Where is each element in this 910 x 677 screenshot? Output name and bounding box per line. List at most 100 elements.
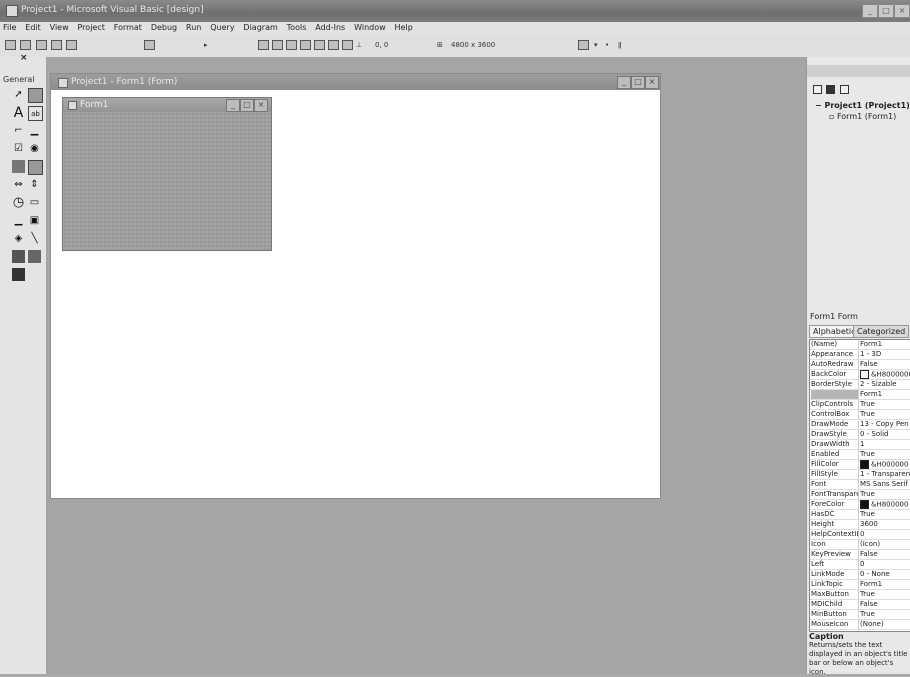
form1-title-bar[interactable]: Form1 _ □ × xyxy=(63,98,271,112)
menu-format[interactable]: Format xyxy=(111,22,145,33)
property-value[interactable]: 0 xyxy=(860,560,910,569)
menu-view[interactable]: View xyxy=(47,22,72,33)
property-value[interactable]: True xyxy=(860,450,910,459)
property-row[interactable]: LinkMode 0 - None xyxy=(810,570,910,580)
property-row[interactable]: HelpContextID 0 xyxy=(810,530,910,540)
hscrollbar-tool-icon[interactable]: ⇔ xyxy=(12,178,25,191)
menu-project[interactable]: Project xyxy=(75,22,108,33)
image-tool-icon[interactable] xyxy=(12,250,25,263)
property-value[interactable]: MS Sans Serif xyxy=(860,480,910,489)
data-tool-icon[interactable] xyxy=(28,250,41,263)
project-explorer-icon[interactable] xyxy=(258,40,269,50)
tree-collapse-icon[interactable]: − xyxy=(815,101,825,110)
property-row[interactable]: Font MS Sans Serif xyxy=(810,480,910,490)
properties-window-icon[interactable] xyxy=(272,40,283,50)
property-value[interactable]: True xyxy=(860,400,910,409)
property-row[interactable]: Left 0 xyxy=(810,560,910,570)
property-value[interactable]: 0 xyxy=(860,530,910,539)
property-value[interactable]: True xyxy=(860,610,910,619)
close-button[interactable]: × xyxy=(894,4,910,18)
menu-tools[interactable]: Tools xyxy=(284,22,310,33)
menu-diagram[interactable]: Diagram xyxy=(240,22,280,33)
menu-file[interactable]: File xyxy=(0,22,19,33)
vscrollbar-tool-icon[interactable]: ⇕ xyxy=(28,178,41,191)
property-row[interactable]: LinkTopic Form1 xyxy=(810,580,910,590)
tab-alphabetic[interactable]: Alphabetic xyxy=(809,325,860,338)
toolbox-close-icon[interactable]: × xyxy=(20,53,28,63)
shape-tool-icon[interactable]: ◈ xyxy=(12,232,25,245)
property-value[interactable]: 13 - Copy Pen xyxy=(860,420,910,429)
toolbar-options-icon[interactable] xyxy=(578,40,589,50)
ole-tool-icon[interactable] xyxy=(12,268,25,281)
property-value[interactable]: 1 - 3D xyxy=(860,350,910,359)
property-value[interactable]: False xyxy=(860,360,910,369)
picturebox-tool-icon[interactable] xyxy=(28,88,43,103)
menu-query[interactable]: Query xyxy=(207,22,237,33)
tab-categorized[interactable]: Categorized xyxy=(853,325,910,338)
property-row[interactable]: AutoRedraw False xyxy=(810,360,910,370)
form1-design-grid[interactable] xyxy=(63,112,271,250)
property-row[interactable]: Height 3600 xyxy=(810,520,910,530)
property-value[interactable]: Form1 xyxy=(860,340,910,349)
save-icon[interactable] xyxy=(66,40,77,50)
property-value[interactable]: &H800000 xyxy=(860,500,910,510)
property-row[interactable]: FontTransparentTrue xyxy=(810,490,910,500)
menu-window[interactable]: Window xyxy=(351,22,389,33)
property-value[interactable]: 0 - Solid xyxy=(860,430,910,439)
property-row[interactable]: BackColor &H8000000 xyxy=(810,370,910,380)
dropdown-arrow-icon[interactable]: ▾ xyxy=(594,41,598,49)
designer-title-bar[interactable]: Project1 - Form1 (Form) _ □ × xyxy=(51,74,660,90)
property-row[interactable]: DrawStyle 0 - Solid xyxy=(810,430,910,440)
property-row[interactable]: (Name) Form1 xyxy=(810,340,910,350)
property-row[interactable]: Icon (Icon) xyxy=(810,540,910,550)
property-row[interactable]: ForeColor &H800000 xyxy=(810,500,910,510)
designer-minimize-button[interactable]: _ xyxy=(617,76,631,89)
toggle-folders-icon[interactable] xyxy=(840,85,849,94)
designer-close-button[interactable]: × xyxy=(645,76,659,89)
form-designer-window[interactable]: Project1 - Form1 (Form) _ □ × Form1 _ □ … xyxy=(50,73,661,499)
menu-debug[interactable]: Debug xyxy=(148,22,180,33)
property-row[interactable]: KeyPreview False xyxy=(810,550,910,560)
frame-tool-icon[interactable]: ⌐ xyxy=(12,124,25,137)
label-tool-icon[interactable]: A xyxy=(12,105,25,121)
property-row[interactable]: MouseIcon (None) xyxy=(810,620,910,630)
filelistbox-tool-icon[interactable]: ▣ xyxy=(28,214,41,227)
checkbox-tool-icon[interactable]: ☑ xyxy=(12,142,25,155)
property-value[interactable]: True xyxy=(860,490,910,499)
property-value[interactable]: 1 xyxy=(860,440,910,449)
property-value[interactable]: True xyxy=(860,590,910,599)
property-row[interactable]: Enabled True xyxy=(810,450,910,460)
property-row[interactable]: FillColor &H000000 xyxy=(810,460,910,470)
property-row[interactable]: FillStyle 1 - Transparent xyxy=(810,470,910,480)
pin-icon[interactable]: ǁ xyxy=(618,41,621,49)
form-layout-icon[interactable] xyxy=(286,40,297,50)
open-project-icon[interactable] xyxy=(51,40,62,50)
paste-icon[interactable] xyxy=(144,40,155,50)
maximize-button[interactable]: □ xyxy=(878,4,894,18)
form1-window[interactable]: Form1 _ □ × xyxy=(62,97,272,251)
properties-object-selector[interactable]: Form1 Form xyxy=(810,312,858,321)
add-form-icon[interactable] xyxy=(20,40,31,50)
property-row[interactable]: ControlBox True xyxy=(810,410,910,420)
menu-add-ins[interactable]: Add-Ins xyxy=(312,22,348,33)
start-icon[interactable]: ▸ xyxy=(204,41,208,49)
object-browser-icon[interactable] xyxy=(300,40,311,50)
property-value[interactable]: 3600 xyxy=(860,520,910,529)
pointer-tool-icon[interactable]: ➚ xyxy=(12,88,25,101)
property-row[interactable]: Appearance 1 - 3D xyxy=(810,350,910,360)
commandbutton-tool-icon[interactable]: ▁ xyxy=(28,124,41,137)
view-code-icon[interactable] xyxy=(813,85,822,94)
property-row[interactable]: DrawWidth 1 xyxy=(810,440,910,450)
property-value[interactable]: False xyxy=(860,550,910,559)
component-manager-icon[interactable] xyxy=(342,40,353,50)
property-row[interactable]: BorderStyle 2 - Sizable xyxy=(810,380,910,390)
property-value[interactable]: &H8000000 xyxy=(860,370,910,380)
property-value[interactable]: (None) xyxy=(860,620,910,629)
property-value[interactable]: False xyxy=(860,600,910,609)
tree-project1[interactable]: − Project1 (Project1) xyxy=(815,101,910,110)
property-value[interactable]: Form1 xyxy=(860,580,910,589)
add-project-icon[interactable] xyxy=(5,40,16,50)
menu-run[interactable]: Run xyxy=(183,22,204,33)
tree-form1[interactable]: ▫ Form1 (Form1) xyxy=(829,112,896,121)
listbox-tool-icon[interactable] xyxy=(28,160,43,175)
